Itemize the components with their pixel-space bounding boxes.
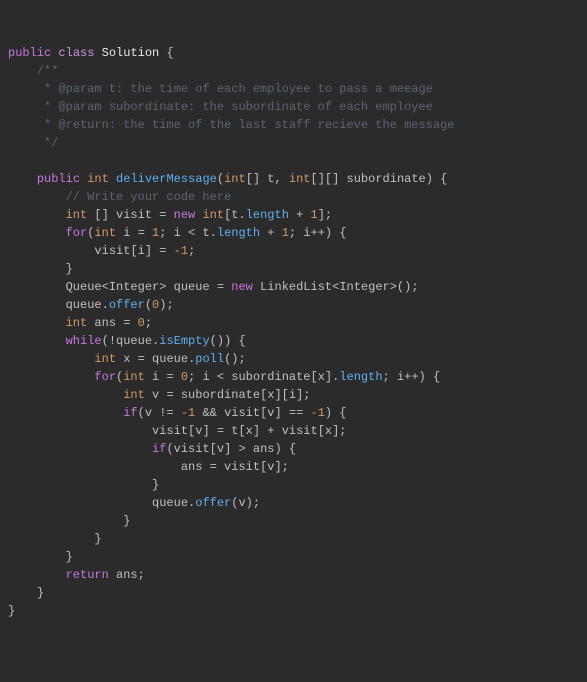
class-solution: Solution — [102, 46, 160, 60]
comment-l1: * @param t: the time of each employee to… — [37, 82, 433, 96]
comment-l3: * @return: the time of the last staff re… — [37, 118, 455, 132]
comment-l2: * @param subordinate: the subordinate of… — [37, 100, 433, 114]
kw-public: public — [8, 46, 51, 60]
kw-class: class — [58, 46, 94, 60]
comment-block-open: /** — [37, 64, 59, 78]
comment-line: // Write your code here — [66, 190, 232, 204]
comment-block-close: */ — [37, 136, 59, 150]
code-block: public class Solution { /** * @param t: … — [8, 44, 579, 620]
method-deliverMessage: deliverMessage — [116, 172, 217, 186]
